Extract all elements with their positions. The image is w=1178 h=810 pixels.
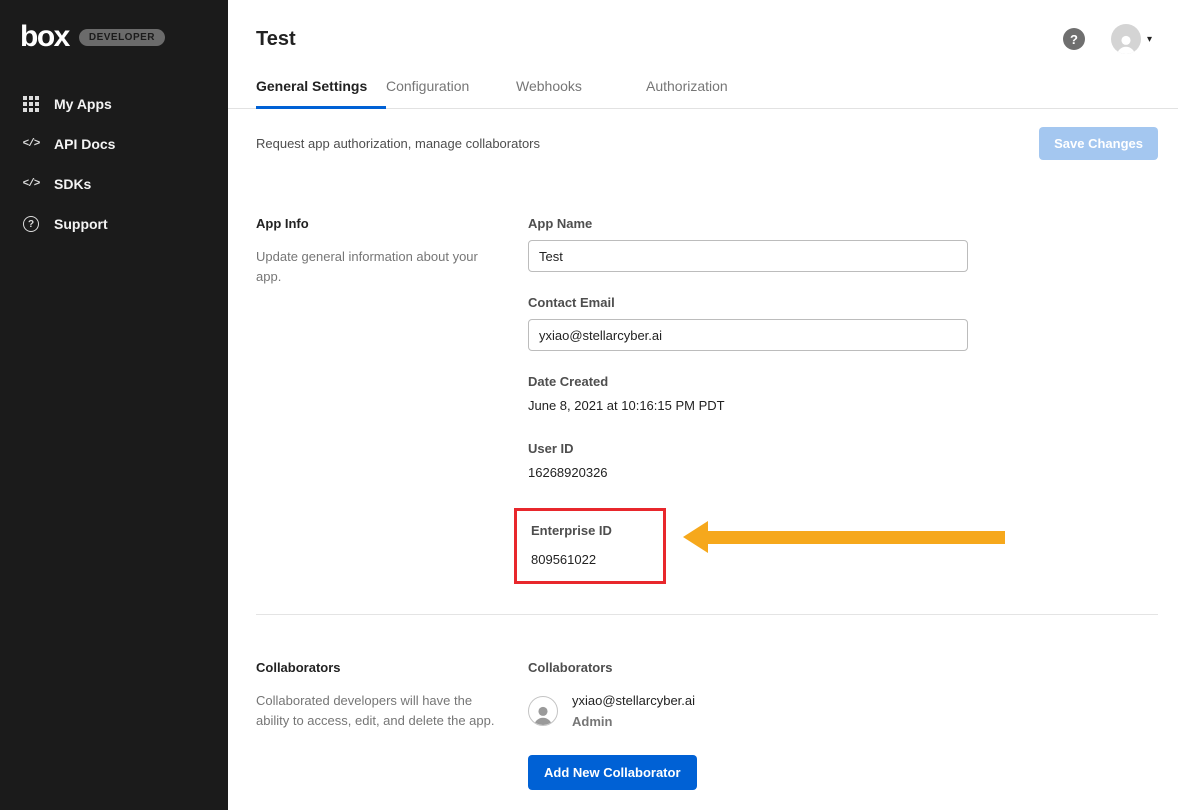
user-id-label: User ID [528,441,1158,456]
help-icon[interactable]: ? [1063,28,1085,50]
developer-badge: DEVELOPER [79,29,165,46]
sidebar-item-sdks[interactable]: </> SDKs [0,164,228,204]
tab-webhooks[interactable]: Webhooks [516,72,646,109]
enterprise-id-highlight-box: Enterprise ID 809561022 [514,508,666,584]
section-description: Update general information about your ap… [256,247,498,287]
collaborators-list-label: Collaborators [528,660,1158,675]
avatar [1111,24,1141,54]
collaborators-section: Collaborators Collaborated developers wi… [228,660,1178,790]
tab-authorization[interactable]: Authorization [646,72,776,109]
sidebar-item-label: My Apps [54,96,112,112]
user-menu[interactable]: ▾ [1111,24,1152,54]
orange-arrow-annotation [683,521,1005,553]
arrow-head-icon [683,521,708,553]
tab-general-settings[interactable]: General Settings [256,72,386,109]
contact-email-input[interactable] [528,319,968,351]
subheader-text: Request app authorization, manage collab… [256,136,540,151]
enterprise-id-value: 809561022 [531,552,649,567]
date-created-label: Date Created [528,374,1158,389]
collaborator-role: Admin [572,714,695,729]
code-icon: </> [22,178,40,190]
add-new-collaborator-button[interactable]: Add New Collaborator [528,755,697,790]
section-heading: App Info [256,216,498,231]
app-name-input[interactable] [528,240,968,272]
sidebar-item-label: API Docs [54,136,115,152]
collaborator-avatar [528,696,558,726]
main-content: Test ? ▾ General Settings Configuration … [228,0,1178,810]
sidebar-item-label: Support [54,216,108,232]
sidebar-item-label: SDKs [54,176,91,192]
tab-bar: General Settings Configuration Webhooks … [228,72,1178,109]
section-description: Collaborated developers will have the ab… [256,691,498,731]
sidebar-item-api-docs[interactable]: </> API Docs [0,124,228,164]
arrow-shaft [708,531,1005,544]
sidebar-nav: My Apps </> API Docs </> SDKs ? Support [0,84,228,244]
box-developer-logo[interactable]: box DEVELOPER [0,0,228,70]
collaborator-email: yxiao@stellarcyber.ai [572,693,695,708]
contact-email-label: Contact Email [528,295,1158,310]
box-logo: box [20,22,69,52]
app-root: box DEVELOPER My Apps </> API Docs </> [0,0,1178,810]
sidebar-item-my-apps[interactable]: My Apps [0,84,228,124]
user-id-value: 16268920326 [528,465,1158,480]
page-title: Test [256,28,296,51]
sidebar: box DEVELOPER My Apps </> API Docs </> [0,0,228,810]
tab-configuration[interactable]: Configuration [386,72,516,109]
section-divider [256,614,1158,615]
collaborator-row: yxiao@stellarcyber.ai Admin [528,693,1158,729]
save-changes-button[interactable]: Save Changes [1039,127,1158,160]
app-info-section: App Info Update general information abou… [228,216,1178,584]
enterprise-id-label: Enterprise ID [531,523,649,538]
question-circle-icon: ? [23,216,39,232]
section-heading: Collaborators [256,660,498,675]
subheader: Request app authorization, manage collab… [228,109,1178,160]
chevron-down-icon: ▾ [1147,34,1152,45]
code-icon: </> [22,138,40,150]
grid-icon [22,96,40,112]
date-created-value: June 8, 2021 at 10:16:15 PM PDT [528,398,1158,413]
app-name-label: App Name [528,216,1158,231]
sidebar-item-support[interactable]: ? Support [0,204,228,244]
topbar: Test ? ▾ [228,0,1178,72]
